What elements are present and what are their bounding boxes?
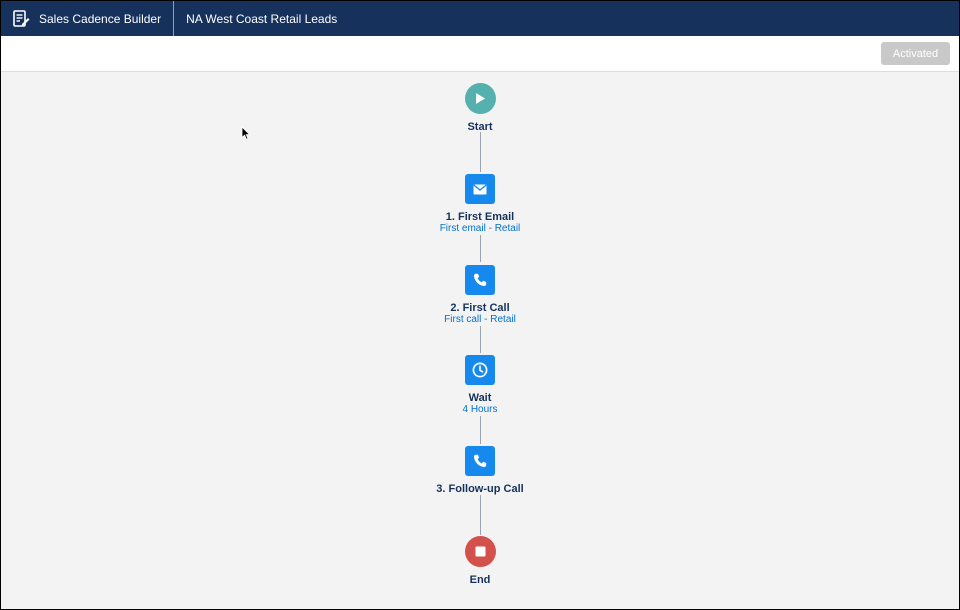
stop-icon bbox=[464, 536, 496, 567]
mouse-cursor-icon bbox=[241, 126, 251, 140]
activated-button[interactable]: Activated bbox=[881, 42, 950, 65]
email-icon bbox=[465, 174, 495, 204]
node-label: 2. First Call bbox=[450, 302, 510, 314]
connector bbox=[480, 132, 481, 172]
step-first-email[interactable]: 1. First Email First email - Retail bbox=[380, 174, 580, 235]
cadence-builder-icon bbox=[12, 9, 30, 28]
clock-icon bbox=[465, 355, 495, 385]
cadence-title: NA West Coast Retail Leads bbox=[186, 11, 338, 26]
node-label: 1. First Email bbox=[445, 211, 515, 223]
play-icon bbox=[464, 83, 496, 114]
connector bbox=[480, 326, 481, 353]
connector bbox=[480, 495, 481, 535]
node-label: Start bbox=[467, 121, 493, 133]
phone-icon bbox=[465, 446, 495, 476]
node-label: 3. Follow-up Call bbox=[436, 483, 524, 495]
app-frame: Sales Cadence Builder NA West Coast Reta… bbox=[1, 1, 959, 609]
wait-duration[interactable]: 4 Hours bbox=[380, 404, 580, 416]
step-wait[interactable]: Wait 4 Hours bbox=[380, 355, 580, 416]
toolbar: Activated bbox=[1, 36, 959, 72]
node-template-link[interactable]: First email - Retail bbox=[380, 223, 580, 235]
step-first-call[interactable]: 2. First Call First call - Retail bbox=[380, 265, 580, 326]
app-brand[interactable]: Sales Cadence Builder bbox=[1, 1, 175, 36]
cadence-canvas: Start 1. First Email First email - Retai… bbox=[1, 72, 959, 609]
node-template-link[interactable]: First call - Retail bbox=[380, 314, 580, 326]
connector bbox=[480, 235, 481, 262]
start-node[interactable]: Start bbox=[380, 83, 580, 133]
app-name: Sales Cadence Builder bbox=[39, 11, 162, 26]
end-node[interactable]: End bbox=[380, 536, 580, 586]
node-label: End bbox=[469, 574, 491, 586]
phone-icon bbox=[465, 265, 495, 295]
step-follow-up-call[interactable]: 3. Follow-up Call bbox=[380, 446, 580, 495]
app-header: Sales Cadence Builder NA West Coast Reta… bbox=[1, 1, 959, 36]
node-label: Wait bbox=[468, 392, 492, 404]
connector bbox=[480, 416, 481, 444]
